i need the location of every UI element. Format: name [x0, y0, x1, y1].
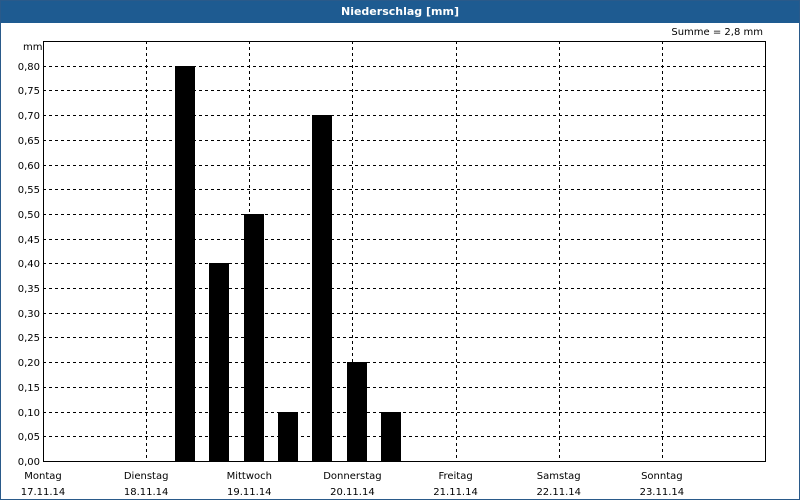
y-tick-label: 0,25	[18, 333, 40, 344]
y-tick-label: 0,45	[18, 235, 40, 246]
y-tick-label: 0,55	[18, 185, 40, 196]
y-tick-label: 0,15	[18, 383, 40, 394]
x-tick-date: 17.11.14	[21, 487, 66, 498]
precipitation-chart: 0,00 0,05 0,10 0,15 0,20 0,25 0,30 0,35 0,40 0,45…	[18, 41, 766, 498]
x-tick-date: 23.11.14	[640, 487, 685, 498]
precipitation-bar	[175, 66, 195, 461]
x-tick-date: 20.11.14	[330, 487, 375, 498]
x-tick-day-name: Donnerstag	[323, 471, 381, 482]
y-tick-label: 0,60	[18, 161, 40, 172]
x-tick-day-name: Montag	[24, 471, 61, 482]
y-tick-label: 0,70	[18, 111, 40, 122]
x-tick-day-name: Samstag	[537, 471, 581, 482]
precipitation-bar	[312, 115, 332, 461]
x-axis-ticks: Montag 17.11.14 Dienstag 18.11.14 Mittwoch 19…	[21, 471, 684, 498]
precipitation-bar	[209, 263, 229, 461]
y-tick-label: 0,75	[18, 86, 40, 97]
precipitation-bar	[244, 214, 264, 461]
y-tick-label: 0,35	[18, 284, 40, 295]
y-tick-label: 0,05	[18, 432, 40, 443]
plot-frame	[43, 41, 766, 462]
y-tick-label: 0,10	[18, 408, 40, 419]
x-tick-day-name: Mittwoch	[227, 471, 272, 482]
y-tick-label: 0,40	[18, 259, 40, 270]
x-tick-day-name: Dienstag	[124, 471, 169, 482]
x-tick-date: 22.11.14	[536, 487, 581, 498]
precipitation-bar	[381, 412, 401, 461]
grid-lines	[43, 41, 765, 461]
precipitation-bar	[347, 362, 367, 461]
y-tick-label: 0,30	[18, 309, 40, 320]
x-tick-date: 19.11.14	[227, 487, 272, 498]
y-axis-ticks: 0,00 0,05 0,10 0,15 0,20 0,25 0,30 0,35 0,40 0,45…	[18, 62, 40, 468]
x-tick-date: 18.11.14	[124, 487, 169, 498]
chart-window: Niederschlag [mm] Summe = 2,8 mm mm 0,00…	[0, 0, 800, 500]
y-tick-label: 0,00	[18, 457, 40, 468]
y-tick-label: 0,65	[18, 136, 40, 147]
x-tick-date: 21.11.14	[433, 487, 478, 498]
x-tick-day-name: Sonntag	[641, 471, 683, 482]
y-tick-label: 0,20	[18, 358, 40, 369]
x-tick-day-name: Freitag	[438, 471, 472, 482]
y-tick-label: 0,50	[18, 210, 40, 221]
precipitation-bar	[278, 412, 298, 461]
y-tick-label: 0,80	[18, 62, 40, 73]
